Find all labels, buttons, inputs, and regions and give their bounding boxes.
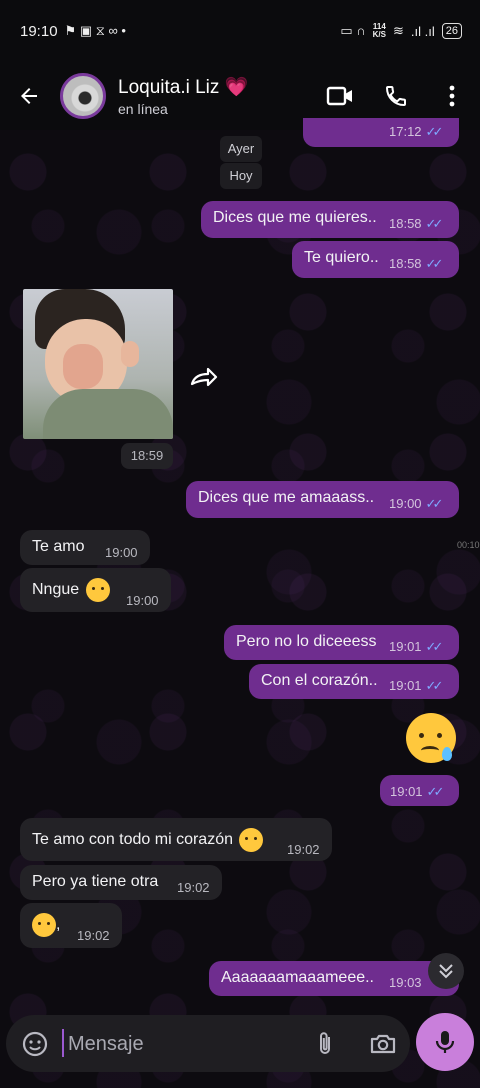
notification-icons: ⚑ ▣ ⧖ ∞ • xyxy=(64,23,126,38)
forward-icon[interactable] xyxy=(188,364,220,392)
more-vert-icon xyxy=(449,85,455,107)
message-input[interactable] xyxy=(66,1025,290,1063)
message-bubble-outgoing[interactable]: Pero no lo diceeess 19:01 ✓✓ xyxy=(224,625,459,660)
message-bubble-partial[interactable]: 17:12 ✓✓ xyxy=(303,118,459,147)
video-call-button[interactable] xyxy=(312,69,368,123)
date-chip-yesterday: Ayer xyxy=(220,136,262,162)
attach-icon[interactable] xyxy=(310,1029,340,1059)
message-bubble-incoming[interactable]: Te amo 19:00 xyxy=(20,530,150,565)
avatar[interactable] xyxy=(60,73,106,119)
signal-icon: .ıl .ıl xyxy=(410,23,435,39)
connectivity-icons: ▭ ∩ xyxy=(340,23,366,38)
emoji-shy xyxy=(85,578,110,602)
image-message[interactable] xyxy=(23,289,173,439)
voice-call-button[interactable] xyxy=(368,69,424,123)
status-time: 19:10 xyxy=(20,22,58,40)
heart-emoji: 💗 xyxy=(224,77,249,98)
message-bubble-incoming[interactable]: , 19:02 xyxy=(20,903,122,948)
message-bubble-outgoing[interactable]: Con el corazón.. 19:01 ✓✓ xyxy=(249,664,459,699)
mic-icon xyxy=(435,1031,455,1053)
camera-icon[interactable] xyxy=(368,1029,398,1059)
message-bubble-outgoing[interactable]: Dices que me quieres.. 18:58 ✓✓ xyxy=(201,201,459,238)
image-timestamp: 18:59 xyxy=(121,443,173,469)
back-arrow-icon xyxy=(21,88,37,104)
contact-info[interactable]: Loquita.i Liz 💗 en línea xyxy=(118,75,312,117)
side-timestamp: 00:10 xyxy=(457,540,480,550)
more-options-button[interactable] xyxy=(424,69,480,123)
back-button[interactable] xyxy=(2,69,56,123)
date-chip-today: Hoy xyxy=(220,163,262,189)
message-timestamp-bubble[interactable]: 19:01 ✓✓ xyxy=(380,775,459,806)
emoji-crying xyxy=(239,828,264,852)
message-bubble-outgoing[interactable]: Te quiero.. 18:58 ✓✓ xyxy=(292,241,459,278)
network-speed: 114 K/S xyxy=(372,22,386,39)
video-call-icon xyxy=(326,86,352,106)
message-bubble-incoming[interactable]: Pero ya tiene otra 19:02 xyxy=(20,865,222,900)
message-composer xyxy=(6,1015,410,1072)
status-bar: 19:10 ⚑ ▣ ⧖ ∞ • ▭ ∩ 114 K/S ≋ .ıl .ıl 26 xyxy=(0,0,480,62)
scroll-to-bottom-button[interactable] xyxy=(428,953,464,989)
message-bubble-outgoing[interactable]: Aaaaaaamaaameee.. 19:03 xyxy=(209,961,459,996)
message-bubble-incoming[interactable]: Nngue 19:00 xyxy=(20,568,171,612)
emoji-icon[interactable] xyxy=(20,1029,50,1059)
text-cursor xyxy=(62,1029,64,1057)
emoji-sad-large[interactable] xyxy=(406,713,456,763)
contact-status: en línea xyxy=(118,101,168,117)
message-bubble-incoming[interactable]: Te amo con todo mi corazón 19:02 xyxy=(20,818,332,861)
phone-icon xyxy=(385,86,406,107)
double-chevron-down-icon xyxy=(439,964,453,979)
contact-name: Loquita.i Liz 💗 xyxy=(118,77,249,98)
wifi-icon: ≋ xyxy=(393,23,404,38)
message-bubble-outgoing[interactable]: Dices que me amaaass.. 19:00 ✓✓ xyxy=(186,481,459,518)
battery-indicator: 26 xyxy=(441,23,462,39)
voice-message-button[interactable] xyxy=(416,1013,474,1071)
emoji-shy xyxy=(32,913,56,937)
